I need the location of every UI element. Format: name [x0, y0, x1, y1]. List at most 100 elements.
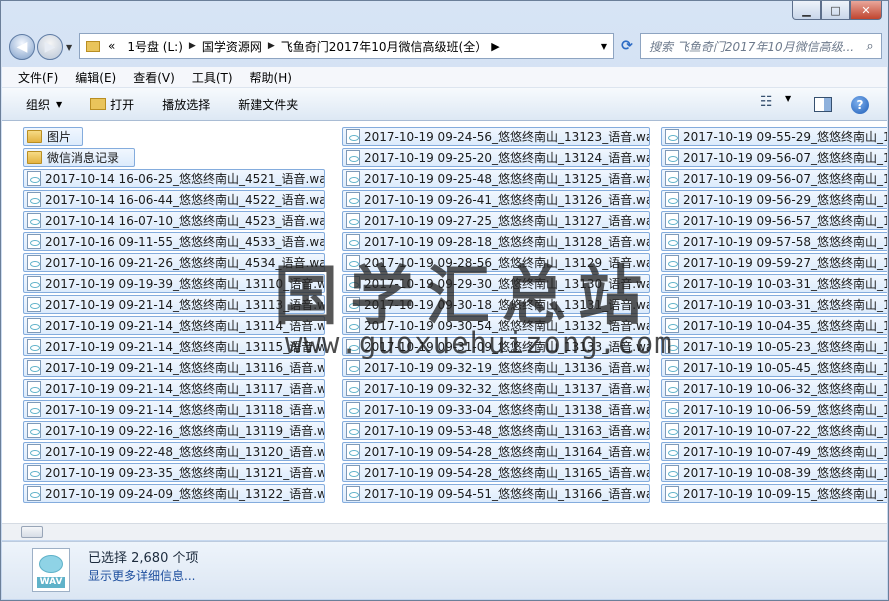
refresh-button[interactable]: ⟳ — [616, 35, 638, 57]
file-item[interactable]: 2017-10-19 09-21-14_悠悠终南山_13117_语音.wav — [23, 379, 325, 398]
file-item[interactable]: 2017-10-19 09-55-29_悠悠终南山_1 — [661, 127, 887, 146]
wav-file-icon — [27, 444, 41, 459]
file-item[interactable]: 2017-10-19 10-09-15_悠悠终南山_1 — [661, 484, 887, 503]
recent-pages-dropdown[interactable]: ▼ — [66, 43, 72, 52]
file-item[interactable]: 2017-10-19 09-54-51_悠悠终南山_13166_语音.wav — [342, 484, 650, 503]
file-name: 2017-10-19 09-56-07_悠悠终南山_1 — [683, 151, 887, 165]
file-item[interactable]: 2017-10-19 09-56-07_悠悠终南山_1 — [661, 148, 887, 167]
breadcrumb-drive[interactable]: 1号盘 (L:) — [127, 38, 183, 55]
file-item[interactable]: 2017-10-19 09-54-28_悠悠终南山_13164_语音.wav — [342, 442, 650, 461]
search-input[interactable]: 搜索 飞鱼奇门2017年10月微信高级... — [649, 38, 859, 55]
breadcrumb-overflow[interactable]: « — [108, 39, 115, 53]
file-item[interactable]: 2017-10-19 10-03-31_悠悠终南山_1 — [661, 274, 887, 293]
file-item[interactable]: 2017-10-14 16-06-44_悠悠终南山_4522_语音.wav — [23, 190, 325, 209]
wav-file-icon — [665, 213, 679, 228]
file-item[interactable]: 2017-10-19 09-27-25_悠悠终南山_13127_语音.wav — [342, 211, 650, 230]
play-selection-button[interactable]: 播放选择 — [162, 96, 210, 113]
folder-icon — [27, 151, 42, 164]
wav-file-icon — [665, 171, 679, 186]
file-item[interactable]: 2017-10-19 09-25-20_悠悠终南山_13124_语音.wav — [342, 148, 650, 167]
file-name: 2017-10-19 10-09-15_悠悠终南山_1 — [683, 487, 887, 501]
wav-file-icon — [665, 381, 679, 396]
wav-file-icon — [665, 360, 679, 375]
close-button[interactable]: ✕ — [850, 1, 882, 20]
breadcrumb-folder[interactable]: 国学资源网 — [202, 38, 262, 55]
menu-view[interactable]: 查看(V) — [133, 69, 175, 86]
breadcrumb-chevron[interactable]: ▶ — [491, 40, 499, 53]
change-view-icon[interactable]: ☷ — [760, 94, 773, 110]
file-name: 2017-10-19 09-24-56_悠悠终南山_13123_语音.wav — [364, 130, 650, 144]
folder-item[interactable]: 图片 — [23, 127, 83, 146]
scroll-right-icon[interactable] — [872, 526, 884, 538]
breadcrumb-separator[interactable]: ▶ — [189, 41, 196, 51]
show-more-details-link[interactable]: 显示更多详细信息... — [88, 567, 195, 584]
file-item[interactable]: 2017-10-19 09-23-35_悠悠终南山_13121_语音.wav — [23, 463, 325, 482]
file-item[interactable]: 2017-10-19 10-05-45_悠悠终南山_1 — [661, 358, 887, 377]
file-item[interactable]: 2017-10-19 09-56-57_悠悠终南山_1 — [661, 211, 887, 230]
wav-file-icon — [346, 360, 360, 375]
view-options-dropdown[interactable]: ▼ — [785, 94, 791, 103]
file-item[interactable]: 2017-10-19 09-21-14_悠悠终南山_13118_语音.wav — [23, 400, 325, 419]
file-item[interactable]: 2017-10-19 10-06-32_悠悠终南山_1 — [661, 379, 887, 398]
file-item[interactable]: 2017-10-19 09-22-16_悠悠终南山_13119_语音.wav — [23, 421, 325, 440]
address-bar[interactable]: « 1号盘 (L:) ▶ 国学资源网 ▶ 飞鱼奇门2017年10月微信高级班(全… — [79, 33, 614, 59]
folder-item[interactable]: 微信消息记录 — [23, 148, 135, 167]
file-item[interactable]: 2017-10-19 09-26-41_悠悠终南山_13126_语音.wav — [342, 190, 650, 209]
menu-edit[interactable]: 编辑(E) — [75, 69, 116, 86]
search-icon[interactable]: ⌕ — [859, 39, 881, 54]
open-label: 打开 — [110, 97, 135, 112]
menu-tools[interactable]: 工具(T) — [192, 69, 233, 86]
file-item[interactable]: 2017-10-19 10-05-23_悠悠终南山_1 — [661, 337, 887, 356]
wav-file-icon — [665, 150, 679, 165]
open-button[interactable]: 打开 — [90, 96, 134, 113]
file-name: 2017-10-19 09-32-19_悠悠终南山_13136_语音.wav — [364, 361, 650, 375]
file-item[interactable]: 2017-10-19 09-32-32_悠悠终南山_13137_语音.wav — [342, 379, 650, 398]
file-item[interactable]: 2017-10-19 09-56-07_悠悠终南山_1 — [661, 169, 887, 188]
file-item[interactable]: 2017-10-14 16-06-25_悠悠终南山_4521_语音.wav — [23, 169, 325, 188]
file-item[interactable]: 2017-10-19 09-33-04_悠悠终南山_13138_语音.wav — [342, 400, 650, 419]
file-item[interactable]: 2017-10-19 10-04-35_悠悠终南山_1 — [661, 316, 887, 335]
search-box[interactable]: 搜索 飞鱼奇门2017年10月微信高级... ⌕ — [640, 33, 882, 59]
file-item[interactable]: 2017-10-19 09-25-48_悠悠终南山_13125_语音.wav — [342, 169, 650, 188]
file-item[interactable]: 2017-10-19 10-07-22_悠悠终南山_1 — [661, 421, 887, 440]
minimize-button[interactable]: ▁ — [792, 1, 821, 20]
file-name: 2017-10-19 09-56-57_悠悠终南山_1 — [683, 214, 887, 228]
scroll-left-icon[interactable] — [5, 526, 17, 538]
file-item[interactable]: 2017-10-19 09-59-27_悠悠终南山_1 — [661, 253, 887, 272]
file-item[interactable]: 2017-10-19 10-06-59_悠悠终南山_1 — [661, 400, 887, 419]
forward-button[interactable]: ▶ — [37, 34, 63, 60]
file-item[interactable]: 2017-10-19 09-22-48_悠悠终南山_13120_语音.wav — [23, 442, 325, 461]
navigation-bar: ◀ ▶ ▼ « 1号盘 (L:) ▶ 国学资源网 ▶ 飞鱼奇门2017年10月微… — [9, 33, 882, 61]
file-item[interactable]: 2017-10-19 10-07-49_悠悠终南山_1 — [661, 442, 887, 461]
file-item[interactable]: 2017-10-19 09-21-14_悠悠终南山_13116_语音.wav — [23, 358, 325, 377]
help-icon[interactable]: ? — [851, 96, 869, 114]
breadcrumb-separator[interactable]: ▶ — [268, 41, 275, 51]
horizontal-scrollbar[interactable] — [2, 523, 887, 540]
file-item[interactable]: 2017-10-19 10-03-31_悠悠终南山_1 — [661, 295, 887, 314]
file-item[interactable]: 2017-10-19 09-54-28_悠悠终南山_13165_语音.wav — [342, 463, 650, 482]
address-dropdown-icon[interactable]: ▼ — [601, 42, 607, 51]
maximize-button[interactable]: □ — [821, 1, 850, 20]
file-item[interactable]: 2017-10-19 09-21-14_悠悠终南山_13115_语音.wav — [23, 337, 325, 356]
new-folder-button[interactable]: 新建文件夹 — [238, 96, 298, 113]
menu-file[interactable]: 文件(F) — [18, 69, 58, 86]
file-item[interactable]: 2017-10-19 09-32-19_悠悠终南山_13136_语音.wav — [342, 358, 650, 377]
breadcrumb-current[interactable]: 飞鱼奇门2017年10月微信高级班(全） — [281, 38, 488, 55]
preview-pane-icon[interactable] — [814, 97, 832, 112]
file-item[interactable]: 2017-10-19 09-24-09_悠悠终南山_13122_语音.wav — [23, 484, 325, 503]
file-item[interactable]: 2017-10-19 09-24-56_悠悠终南山_13123_语音.wav — [342, 127, 650, 146]
file-name: 2017-10-19 10-05-23_悠悠终南山_1 — [683, 340, 887, 354]
file-item[interactable]: 2017-10-19 09-56-29_悠悠终南山_1 — [661, 190, 887, 209]
file-item[interactable]: 2017-10-19 10-08-39_悠悠终南山_1 — [661, 463, 887, 482]
menu-help[interactable]: 帮助(H) — [250, 69, 292, 86]
file-name: 2017-10-19 10-06-32_悠悠终南山_1 — [683, 382, 887, 396]
file-name: 2017-10-19 09-53-48_悠悠终南山_13163_语音.wav — [364, 424, 650, 438]
file-item[interactable]: 2017-10-19 09-57-58_悠悠终南山_1 — [661, 232, 887, 251]
scrollbar-thumb[interactable] — [21, 526, 43, 538]
organize-button[interactable]: 组织 ▼ — [26, 96, 62, 113]
file-list[interactable]: 图片微信消息记录 2017-10-14 16-06-25_悠悠终南山_4521_语… — [2, 121, 887, 523]
back-button[interactable]: ◀ — [9, 34, 35, 60]
file-name: 2017-10-19 09-54-51_悠悠终南山_13166_语音.wav — [364, 487, 650, 501]
file-item[interactable]: 2017-10-19 09-53-48_悠悠终南山_13163_语音.wav — [342, 421, 650, 440]
file-item[interactable]: 2017-10-14 16-07-10_悠悠终南山_4523_语音.wav — [23, 211, 325, 230]
